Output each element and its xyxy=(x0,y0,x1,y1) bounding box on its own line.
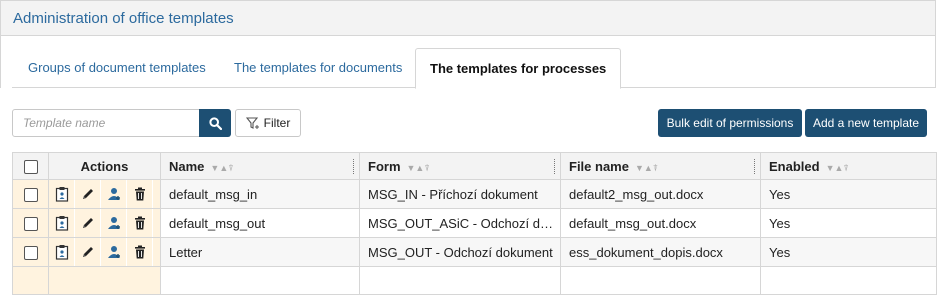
tab-templates-for-documents[interactable]: The templates for documents xyxy=(220,48,416,88)
sort-icon[interactable]: ▼▲⍒ xyxy=(210,163,233,173)
row-file-name xyxy=(560,266,761,295)
row-enabled: Yes xyxy=(760,208,937,238)
filter-label: Filter xyxy=(263,116,291,130)
row-actions xyxy=(48,237,161,267)
row-name: Letter xyxy=(160,237,360,267)
column-resize-handle[interactable] xyxy=(754,159,757,174)
row-form: MSG_OUT - Odchozí dokument xyxy=(359,237,561,267)
clipboard-icon[interactable] xyxy=(50,238,75,266)
page-header: Administration of office templates xyxy=(0,0,936,36)
row-form: MSG_IN - Příchozí dokument xyxy=(359,179,561,209)
row-checkbox[interactable] xyxy=(23,216,38,231)
table-header-row: Actions Name ▼▲⍒ Form ▼▲⍒ File name ▼▲⍒ Ena… xyxy=(12,152,937,180)
row-name: default_msg_in xyxy=(160,179,360,209)
table-row[interactable]: default_msg_out MSG_OUT_ASiC - Odchozí d… xyxy=(12,208,937,238)
form-column-header[interactable]: Form ▼▲⍒ xyxy=(359,152,561,180)
edit-pencil-icon[interactable] xyxy=(75,238,101,266)
search-icon xyxy=(208,116,222,130)
add-new-template-button[interactable]: Add a new template xyxy=(805,109,927,137)
edit-pencil-icon[interactable] xyxy=(75,209,101,237)
templates-table: Actions Name ▼▲⍒ Form ▼▲⍒ File name ▼▲⍒ Ena… xyxy=(12,152,937,295)
clipboard-icon[interactable] xyxy=(50,209,75,237)
user-permissions-icon[interactable] xyxy=(101,180,127,208)
row-select-cell xyxy=(12,266,49,295)
filter-button[interactable]: Filter xyxy=(235,109,301,137)
enabled-header-label: Enabled xyxy=(769,158,820,174)
search-button[interactable] xyxy=(199,109,231,137)
row-select-cell xyxy=(12,208,49,238)
file-name-header-label: File name xyxy=(569,158,629,174)
row-name xyxy=(160,266,360,295)
row-actions xyxy=(48,208,161,238)
user-permissions-icon[interactable] xyxy=(101,209,127,237)
template-name-search-input[interactable] xyxy=(12,109,200,137)
column-resize-handle[interactable] xyxy=(554,159,557,174)
sort-icon[interactable]: ▼▲⍒ xyxy=(407,163,430,173)
select-all-checkbox[interactable] xyxy=(23,159,38,174)
row-enabled: Yes xyxy=(760,237,937,267)
trash-icon[interactable] xyxy=(127,209,153,237)
row-enabled xyxy=(760,266,937,295)
row-form: MSG_OUT_ASiC - Odchozí dokument xyxy=(359,208,561,238)
table-row[interactable] xyxy=(12,266,937,295)
table-row[interactable]: default_msg_in MSG_IN - Příchozí dokumen… xyxy=(12,179,937,209)
row-file-name: default2_msg_out.docx xyxy=(560,179,761,209)
row-select-cell xyxy=(12,237,49,267)
trash-icon[interactable] xyxy=(127,238,153,266)
page-title: Administration of office templates xyxy=(13,10,234,27)
sort-icon[interactable]: ▼▲⍒ xyxy=(635,163,658,173)
table-row[interactable]: Letter MSG_OUT - Odchozí dokument ess_do… xyxy=(12,237,937,267)
name-header-label: Name xyxy=(169,158,205,174)
trash-icon[interactable] xyxy=(127,180,153,208)
row-checkbox[interactable] xyxy=(23,245,38,260)
row-actions xyxy=(48,179,161,209)
row-name: default_msg_out xyxy=(160,208,360,238)
column-resize-handle[interactable] xyxy=(353,159,356,174)
tab-groups-of-document-templates[interactable]: Groups of document templates xyxy=(14,48,220,88)
actions-column-header: Actions xyxy=(48,152,161,180)
enabled-column-header[interactable]: Enabled ▼▲⍒ xyxy=(760,152,937,180)
user-permissions-icon[interactable] xyxy=(101,238,127,266)
row-checkbox[interactable] xyxy=(23,187,38,202)
row-form xyxy=(359,266,561,295)
row-file-name: default_msg_out.docx xyxy=(560,208,761,238)
row-file-name: ess_dokument_dopis.docx xyxy=(560,237,761,267)
sort-icon[interactable]: ▼▲⍒ xyxy=(826,163,849,173)
tab-templates-for-processes[interactable]: The templates for processes xyxy=(415,48,622,89)
edit-pencil-icon[interactable] xyxy=(75,180,101,208)
row-enabled: Yes xyxy=(760,179,937,209)
actions-header-label: Actions xyxy=(80,158,129,174)
name-column-header[interactable]: Name ▼▲⍒ xyxy=(160,152,360,180)
clipboard-icon[interactable] xyxy=(50,180,75,208)
bulk-edit-permissions-button[interactable]: Bulk edit of permissions xyxy=(658,109,802,137)
select-all-header xyxy=(12,152,49,180)
file-name-column-header[interactable]: File name ▼▲⍒ xyxy=(560,152,761,180)
row-actions xyxy=(48,266,161,295)
row-select-cell xyxy=(12,179,49,209)
form-header-label: Form xyxy=(368,158,401,174)
filter-icon xyxy=(245,116,259,129)
